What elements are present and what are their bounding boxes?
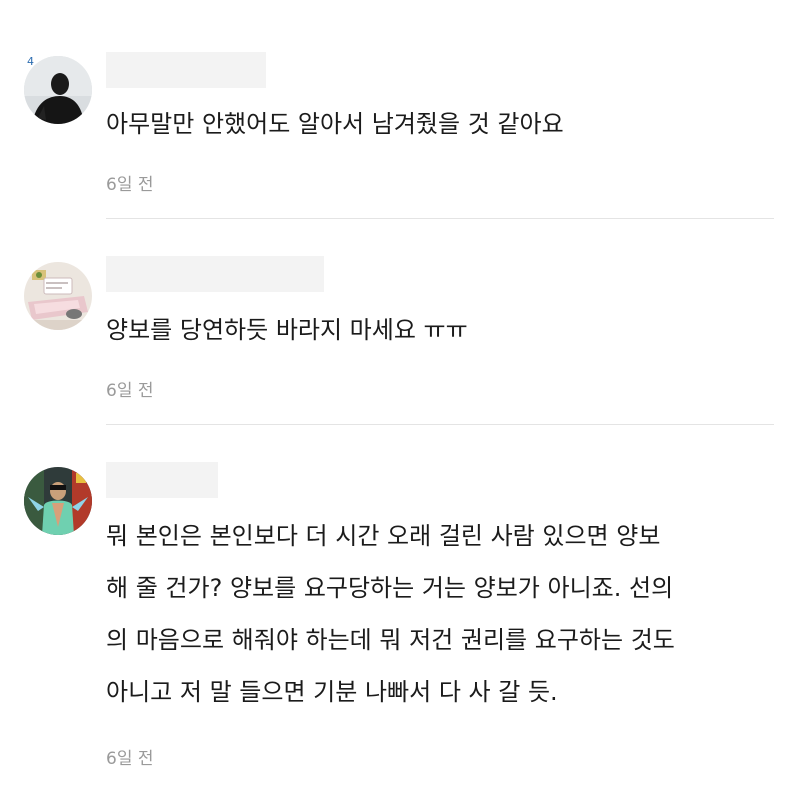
username-placeholder: [106, 462, 218, 498]
user-avatar[interactable]: [24, 467, 92, 535]
comment-item: 뭐 본인은 본인보다 더 시간 오래 걸린 사람 있으면 양보 해 줄 건가? …: [0, 0, 800, 800]
comment-list: 4 아무말만 안했어도 알아서 남겨줬을 것 같아요 6일 전 양보를 당연하듯…: [0, 0, 800, 800]
comment-timestamp: 6일 전: [106, 749, 154, 769]
comment-text: 뭐 본인은 본인보다 더 시간 오래 걸린 사람 있으면 양보 해 줄 건가? …: [106, 522, 675, 706]
colorful-dancer-profile-image: [24, 467, 92, 535]
